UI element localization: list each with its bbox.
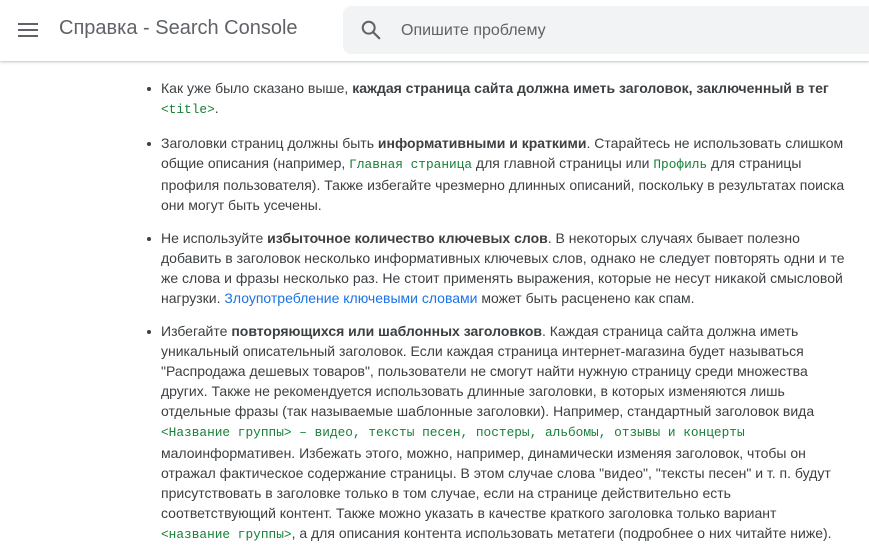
bold-text: избыточное количество ключевых слов: [267, 230, 548, 246]
code-snippet: <название группы>: [161, 527, 292, 542]
top-app-bar: Справка - Search Console: [0, 0, 869, 61]
code-snippet: <title>: [161, 102, 215, 117]
code-snippet: <Название группы> – видео, тексты песен,…: [161, 425, 745, 440]
search-box[interactable]: [343, 6, 869, 54]
search-icon[interactable]: [360, 19, 382, 41]
guidelines-list: Как уже было сказано выше, каждая страни…: [80, 78, 869, 545]
bold-text: информативными и краткими: [377, 135, 587, 151]
item-text: может быть расценено как спам.: [477, 290, 695, 306]
code-snippet: Профиль: [653, 157, 708, 172]
item-text: .: [214, 100, 219, 116]
item-text: , а для описания контента использовать м…: [291, 525, 832, 541]
bold-text: каждая страница сайта должна иметь загол…: [352, 80, 829, 96]
item-text: Не используйте: [161, 230, 268, 246]
keyword-stuffing-link[interactable]: Злоупотребление ключевыми словами: [224, 290, 477, 306]
item-text: для главной страницы или: [472, 155, 654, 171]
menu-icon: [18, 23, 38, 37]
list-item: Не используйте избыточное количество клю…: [80, 228, 847, 308]
item-text: Как уже было сказано выше,: [161, 80, 353, 96]
list-item: Заголовки страниц должны быть информатив…: [80, 133, 847, 215]
code-snippet: Главная страница: [349, 157, 473, 172]
item-text: малоинформативен. Избежать этого, можно,…: [161, 445, 831, 521]
main-menu-button[interactable]: [12, 14, 44, 46]
list-item: Как уже было сказано выше, каждая страни…: [80, 78, 847, 120]
bold-text: повторяющихся или шаблонных заголовков: [231, 323, 542, 339]
app-title[interactable]: Справка - Search Console: [59, 17, 298, 40]
item-text: Заголовки страниц должны быть: [161, 135, 378, 151]
search-input[interactable]: [399, 18, 863, 44]
list-item: Избегайте повторяющихся или шаблонных за…: [80, 321, 847, 545]
item-text: Избегайте: [161, 323, 232, 339]
article-content: Как уже было сказано выше, каждая страни…: [80, 0, 869, 552]
